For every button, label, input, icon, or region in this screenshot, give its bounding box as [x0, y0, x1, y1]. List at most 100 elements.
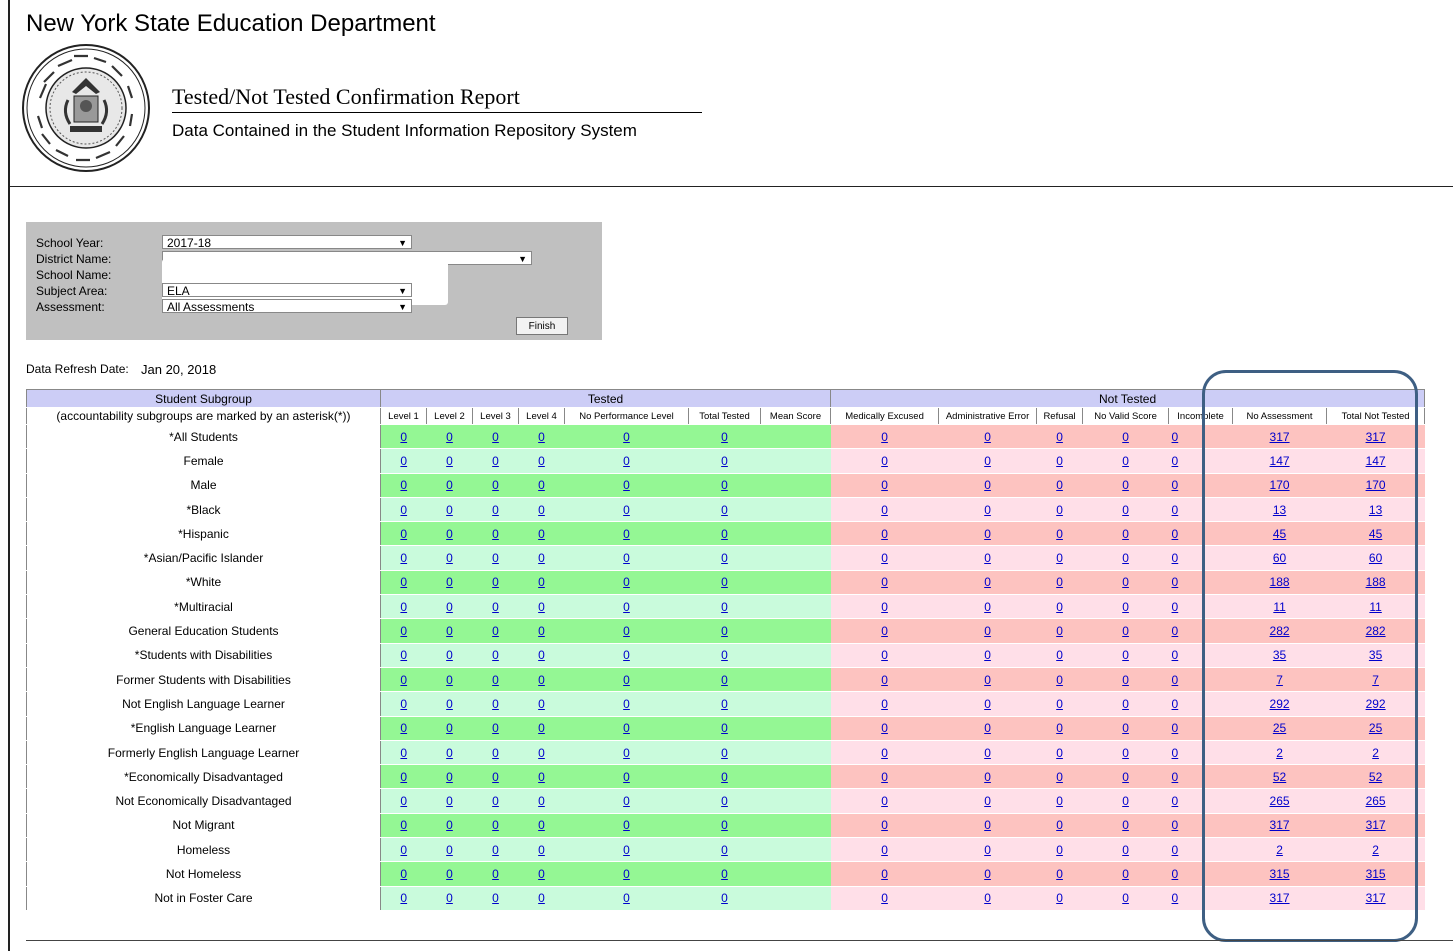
- total-tested-count-link[interactable]: 0: [721, 478, 728, 492]
- level-3-count-link[interactable]: 0: [492, 770, 499, 784]
- no-performance-level-count-link[interactable]: 0: [623, 551, 630, 565]
- level-2-count-link[interactable]: 0: [446, 867, 453, 881]
- level-1-count-link[interactable]: 0: [400, 794, 407, 808]
- level-3-count-link[interactable]: 0: [492, 600, 499, 614]
- total-tested-count-link[interactable]: 0: [721, 891, 728, 905]
- medically-excused-count-link[interactable]: 0: [881, 794, 888, 808]
- level-2-count-link[interactable]: 0: [446, 551, 453, 565]
- no-valid-score-count-link[interactable]: 0: [1122, 746, 1129, 760]
- no-performance-level-count-link[interactable]: 0: [623, 648, 630, 662]
- level-4-count-link[interactable]: 0: [538, 454, 545, 468]
- level-2-count-link[interactable]: 0: [446, 673, 453, 687]
- level-1-count-link[interactable]: 0: [400, 891, 407, 905]
- no-valid-score-count-link[interactable]: 0: [1122, 794, 1129, 808]
- total-tested-count-link[interactable]: 0: [721, 794, 728, 808]
- level-1-count-link[interactable]: 0: [400, 697, 407, 711]
- level-2-count-link[interactable]: 0: [446, 503, 453, 517]
- no-valid-score-count-link[interactable]: 0: [1122, 454, 1129, 468]
- level-3-count-link[interactable]: 0: [492, 527, 499, 541]
- medically-excused-count-link[interactable]: 0: [881, 673, 888, 687]
- finish-button[interactable]: Finish: [516, 317, 568, 335]
- level-3-count-link[interactable]: 0: [492, 575, 499, 589]
- level-2-count-link[interactable]: 0: [446, 746, 453, 760]
- total-not-tested-count-link[interactable]: 45: [1369, 527, 1382, 541]
- incomplete-count-link[interactable]: 0: [1169, 891, 1179, 905]
- total-tested-count-link[interactable]: 0: [721, 624, 728, 638]
- no-performance-level-count-link[interactable]: 0: [623, 454, 630, 468]
- level-4-count-link[interactable]: 0: [538, 503, 545, 517]
- administrative-error-count-link[interactable]: 0: [984, 891, 991, 905]
- no-assessment-count-link[interactable]: 13: [1273, 503, 1286, 517]
- total-tested-count-link[interactable]: 0: [721, 697, 728, 711]
- no-valid-score-count-link[interactable]: 0: [1122, 478, 1129, 492]
- level-3-count-link[interactable]: 0: [492, 503, 499, 517]
- level-4-count-link[interactable]: 0: [538, 673, 545, 687]
- level-1-count-link[interactable]: 0: [400, 454, 407, 468]
- refusal-count-link[interactable]: 0: [1056, 478, 1063, 492]
- administrative-error-count-link[interactable]: 0: [984, 575, 991, 589]
- incomplete-count-link[interactable]: 0: [1169, 746, 1179, 760]
- no-performance-level-count-link[interactable]: 0: [623, 575, 630, 589]
- no-assessment-count-link[interactable]: 25: [1273, 721, 1286, 735]
- administrative-error-count-link[interactable]: 0: [984, 478, 991, 492]
- level-2-count-link[interactable]: 0: [446, 721, 453, 735]
- level-2-count-link[interactable]: 0: [446, 891, 453, 905]
- school-year-select[interactable]: 2017-18 ▼: [162, 235, 412, 250]
- incomplete-count-link[interactable]: 0: [1169, 673, 1179, 687]
- level-1-count-link[interactable]: 0: [400, 600, 407, 614]
- level-2-count-link[interactable]: 0: [446, 624, 453, 638]
- level-1-count-link[interactable]: 0: [400, 721, 407, 735]
- no-assessment-count-link[interactable]: 315: [1270, 867, 1290, 881]
- no-performance-level-count-link[interactable]: 0: [623, 430, 630, 444]
- no-assessment-count-link[interactable]: 11: [1273, 600, 1285, 614]
- level-3-count-link[interactable]: 0: [492, 867, 499, 881]
- administrative-error-count-link[interactable]: 0: [984, 794, 991, 808]
- administrative-error-count-link[interactable]: 0: [984, 527, 991, 541]
- refusal-count-link[interactable]: 0: [1056, 721, 1063, 735]
- refusal-count-link[interactable]: 0: [1056, 867, 1063, 881]
- incomplete-count-link[interactable]: 0: [1169, 867, 1179, 881]
- level-1-count-link[interactable]: 0: [400, 430, 407, 444]
- level-2-count-link[interactable]: 0: [446, 770, 453, 784]
- level-3-count-link[interactable]: 0: [492, 843, 499, 857]
- no-performance-level-count-link[interactable]: 0: [623, 794, 630, 808]
- no-assessment-count-link[interactable]: 60: [1273, 551, 1286, 565]
- total-not-tested-count-link[interactable]: 2: [1372, 746, 1379, 760]
- medically-excused-count-link[interactable]: 0: [881, 891, 888, 905]
- no-assessment-count-link[interactable]: 265: [1270, 794, 1290, 808]
- incomplete-count-link[interactable]: 0: [1169, 575, 1179, 589]
- no-assessment-count-link[interactable]: 292: [1270, 697, 1290, 711]
- refusal-count-link[interactable]: 0: [1056, 891, 1063, 905]
- medically-excused-count-link[interactable]: 0: [881, 624, 888, 638]
- refusal-count-link[interactable]: 0: [1056, 770, 1063, 784]
- total-not-tested-count-link[interactable]: 265: [1366, 794, 1386, 808]
- total-not-tested-count-link[interactable]: 35: [1369, 648, 1382, 662]
- total-not-tested-count-link[interactable]: 282: [1366, 624, 1386, 638]
- refusal-count-link[interactable]: 0: [1056, 624, 1063, 638]
- total-tested-count-link[interactable]: 0: [721, 503, 728, 517]
- level-1-count-link[interactable]: 0: [400, 648, 407, 662]
- no-assessment-count-link[interactable]: 317: [1270, 891, 1290, 905]
- total-not-tested-count-link[interactable]: 317: [1366, 818, 1386, 832]
- total-tested-count-link[interactable]: 0: [721, 721, 728, 735]
- level-4-count-link[interactable]: 0: [538, 721, 545, 735]
- level-2-count-link[interactable]: 0: [446, 600, 453, 614]
- incomplete-count-link[interactable]: 0: [1169, 503, 1179, 517]
- no-valid-score-count-link[interactable]: 0: [1122, 673, 1129, 687]
- total-not-tested-count-link[interactable]: 25: [1369, 721, 1382, 735]
- total-not-tested-count-link[interactable]: 188: [1366, 575, 1386, 589]
- incomplete-count-link[interactable]: 0: [1169, 818, 1179, 832]
- incomplete-count-link[interactable]: 0: [1169, 697, 1179, 711]
- total-not-tested-count-link[interactable]: 7: [1372, 673, 1379, 687]
- no-performance-level-count-link[interactable]: 0: [623, 624, 630, 638]
- no-valid-score-count-link[interactable]: 0: [1122, 430, 1129, 444]
- level-4-count-link[interactable]: 0: [538, 478, 545, 492]
- medically-excused-count-link[interactable]: 0: [881, 818, 888, 832]
- refusal-count-link[interactable]: 0: [1056, 818, 1063, 832]
- total-not-tested-count-link[interactable]: 317: [1366, 430, 1386, 444]
- level-3-count-link[interactable]: 0: [492, 430, 499, 444]
- level-2-count-link[interactable]: 0: [446, 697, 453, 711]
- incomplete-count-link[interactable]: 0: [1169, 843, 1179, 857]
- level-4-count-link[interactable]: 0: [538, 891, 545, 905]
- refusal-count-link[interactable]: 0: [1056, 575, 1063, 589]
